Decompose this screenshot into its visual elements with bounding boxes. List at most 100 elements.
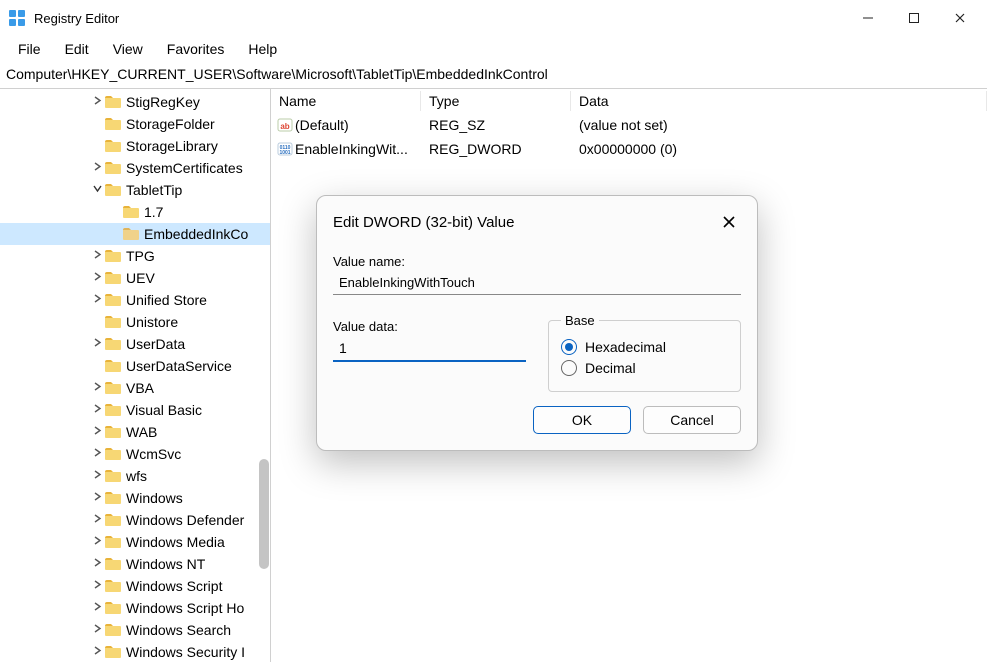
cancel-button[interactable]: Cancel bbox=[643, 406, 741, 434]
tree-item-label: Visual Basic bbox=[126, 402, 202, 418]
folder-icon bbox=[104, 138, 122, 154]
radio-dot-dec[interactable] bbox=[561, 360, 577, 376]
tree-item[interactable]: Visual Basic bbox=[0, 399, 270, 421]
folder-icon bbox=[104, 446, 122, 462]
dialog-close-button[interactable] bbox=[717, 210, 741, 234]
radio-hexadecimal[interactable]: Hexadecimal bbox=[561, 339, 728, 355]
menu-edit[interactable]: Edit bbox=[53, 37, 101, 61]
tree-item[interactable]: 1.7 bbox=[0, 201, 270, 223]
menu-view[interactable]: View bbox=[101, 37, 155, 61]
folder-icon bbox=[104, 534, 122, 550]
chevron-icon[interactable] bbox=[90, 646, 104, 658]
tree-item[interactable]: Windows Media bbox=[0, 531, 270, 553]
folder-icon bbox=[104, 336, 122, 352]
chevron-icon[interactable] bbox=[90, 624, 104, 636]
folder-icon bbox=[104, 622, 122, 638]
chevron-icon[interactable] bbox=[90, 448, 104, 460]
chevron-icon[interactable] bbox=[90, 558, 104, 570]
tree-item[interactable]: TabletTip bbox=[0, 179, 270, 201]
tree-item[interactable]: EmbeddedInkCo bbox=[0, 223, 270, 245]
tree-item[interactable]: StigRegKey bbox=[0, 91, 270, 113]
chevron-icon[interactable] bbox=[90, 294, 104, 306]
folder-icon bbox=[104, 292, 122, 308]
tree-item-label: Windows Script Ho bbox=[126, 600, 244, 616]
tree-item[interactable]: SystemCertificates bbox=[0, 157, 270, 179]
tree-item[interactable]: wfs bbox=[0, 465, 270, 487]
chevron-icon[interactable] bbox=[90, 580, 104, 592]
tree-item[interactable]: StorageFolder bbox=[0, 113, 270, 135]
maximize-button[interactable] bbox=[891, 2, 937, 34]
tree-item[interactable]: Unistore bbox=[0, 311, 270, 333]
chevron-icon[interactable] bbox=[90, 404, 104, 416]
tree-item-label: VBA bbox=[126, 380, 154, 396]
col-header-data[interactable]: Data bbox=[571, 91, 987, 111]
value-icon: ab bbox=[271, 117, 293, 133]
chevron-icon[interactable] bbox=[90, 470, 104, 482]
svg-text:ab: ab bbox=[280, 122, 289, 131]
address-bar[interactable]: Computer\HKEY_CURRENT_USER\Software\Micr… bbox=[0, 62, 987, 89]
chevron-icon[interactable] bbox=[90, 272, 104, 284]
folder-icon bbox=[104, 116, 122, 132]
tree-item[interactable]: StorageLibrary bbox=[0, 135, 270, 157]
folder-icon bbox=[104, 512, 122, 528]
chevron-icon[interactable] bbox=[90, 382, 104, 394]
tree-item[interactable]: Windows Script Ho bbox=[0, 597, 270, 619]
chevron-icon[interactable] bbox=[90, 184, 104, 196]
tree-item[interactable]: Windows Security I bbox=[0, 641, 270, 662]
tree-item-label: TabletTip bbox=[126, 182, 182, 198]
col-header-type[interactable]: Type bbox=[421, 91, 571, 111]
chevron-icon[interactable] bbox=[90, 536, 104, 548]
chevron-icon[interactable] bbox=[90, 514, 104, 526]
tree-item-label: Windows bbox=[126, 490, 183, 506]
chevron-icon[interactable] bbox=[90, 602, 104, 614]
tree-item[interactable]: TPG bbox=[0, 245, 270, 267]
tree-item-label: Windows Defender bbox=[126, 512, 244, 528]
radio-decimal[interactable]: Decimal bbox=[561, 360, 728, 376]
folder-icon bbox=[104, 556, 122, 572]
tree-item[interactable]: WAB bbox=[0, 421, 270, 443]
ok-button[interactable]: OK bbox=[533, 406, 631, 434]
folder-icon bbox=[104, 160, 122, 176]
chevron-icon[interactable] bbox=[90, 426, 104, 438]
menu-file[interactable]: File bbox=[6, 37, 53, 61]
folder-icon bbox=[104, 182, 122, 198]
list-row[interactable]: ab (Default)REG_SZ(value not set) bbox=[271, 113, 987, 137]
tree-scrollbar[interactable] bbox=[259, 459, 269, 569]
tree-pane[interactable]: StigRegKey StorageFolder StorageLibrary … bbox=[0, 89, 271, 662]
tree-item[interactable]: Windows Defender bbox=[0, 509, 270, 531]
menubar: File Edit View Favorites Help bbox=[0, 36, 987, 62]
tree-item[interactable]: Windows NT bbox=[0, 553, 270, 575]
col-header-name[interactable]: Name bbox=[271, 91, 421, 111]
chevron-icon[interactable] bbox=[90, 338, 104, 350]
chevron-icon[interactable] bbox=[90, 96, 104, 108]
tree-item-label: UserData bbox=[126, 336, 185, 352]
titlebar: Registry Editor bbox=[0, 0, 987, 36]
menu-help[interactable]: Help bbox=[236, 37, 289, 61]
value-data-input[interactable] bbox=[333, 336, 526, 362]
tree-item[interactable]: Windows bbox=[0, 487, 270, 509]
tree-item[interactable]: UserData bbox=[0, 333, 270, 355]
chevron-icon[interactable] bbox=[90, 162, 104, 174]
dialog-title: Edit DWORD (32-bit) Value bbox=[333, 214, 514, 231]
tree-item[interactable]: UEV bbox=[0, 267, 270, 289]
minimize-button[interactable] bbox=[845, 2, 891, 34]
menu-favorites[interactable]: Favorites bbox=[155, 37, 237, 61]
tree-item-label: WcmSvc bbox=[126, 446, 181, 462]
tree-item[interactable]: WcmSvc bbox=[0, 443, 270, 465]
chevron-icon[interactable] bbox=[90, 492, 104, 504]
tree-item-label: StorageLibrary bbox=[126, 138, 218, 154]
folder-icon bbox=[104, 248, 122, 264]
tree-item[interactable]: Unified Store bbox=[0, 289, 270, 311]
tree-item[interactable]: Windows Search bbox=[0, 619, 270, 641]
chevron-icon[interactable] bbox=[90, 250, 104, 262]
tree-item[interactable]: Windows Script bbox=[0, 575, 270, 597]
list-row[interactable]: 0110 1001 EnableInkingWit...REG_DWORD0x0… bbox=[271, 137, 987, 161]
radio-dot-hex[interactable] bbox=[561, 339, 577, 355]
folder-icon bbox=[104, 578, 122, 594]
folder-icon bbox=[104, 94, 122, 110]
tree-item[interactable]: UserDataService bbox=[0, 355, 270, 377]
folder-icon bbox=[104, 380, 122, 396]
tree-item-label: StorageFolder bbox=[126, 116, 215, 132]
close-button[interactable] bbox=[937, 2, 983, 34]
tree-item[interactable]: VBA bbox=[0, 377, 270, 399]
